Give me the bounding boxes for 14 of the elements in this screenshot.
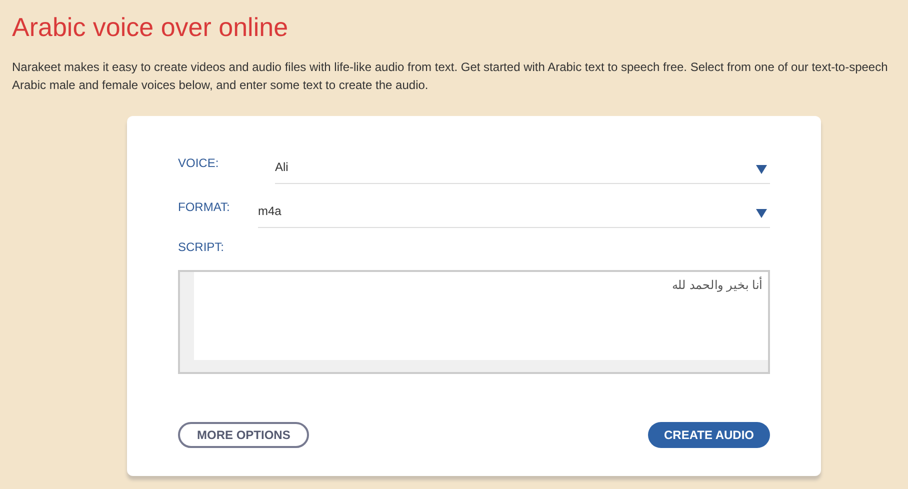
dropdown-caret-icon	[756, 165, 767, 174]
field-label: VOICE:	[178, 155, 220, 172]
vertical-scrollbar[interactable]	[180, 272, 194, 360]
select-field[interactable]: Ali	[275, 150, 770, 184]
field-label: FORMAT:	[178, 199, 231, 216]
select-field[interactable]: m4a	[258, 194, 770, 228]
more-options-button[interactable]: MORE OPTIONS	[178, 422, 310, 448]
script-textarea[interactable]: أنا بخير والحمد لله	[178, 270, 770, 374]
dropdown-caret-icon	[756, 209, 767, 218]
horizontal-scrollbar[interactable]	[180, 360, 768, 372]
intro-paragraph: Narakeet makes it easy to create videos and audio files with life-like audio from text. Get started with Arabic text to speech free. Select from one of our text-to-speech Arabic male and female voices below, and enter some text to create the audio.	[12, 59, 889, 94]
field-label: SCRIPT:	[178, 239, 226, 256]
page-title: Arabic voice over online	[12, 11, 290, 44]
create-audio-button[interactable]: CREATE AUDIO	[648, 422, 770, 448]
